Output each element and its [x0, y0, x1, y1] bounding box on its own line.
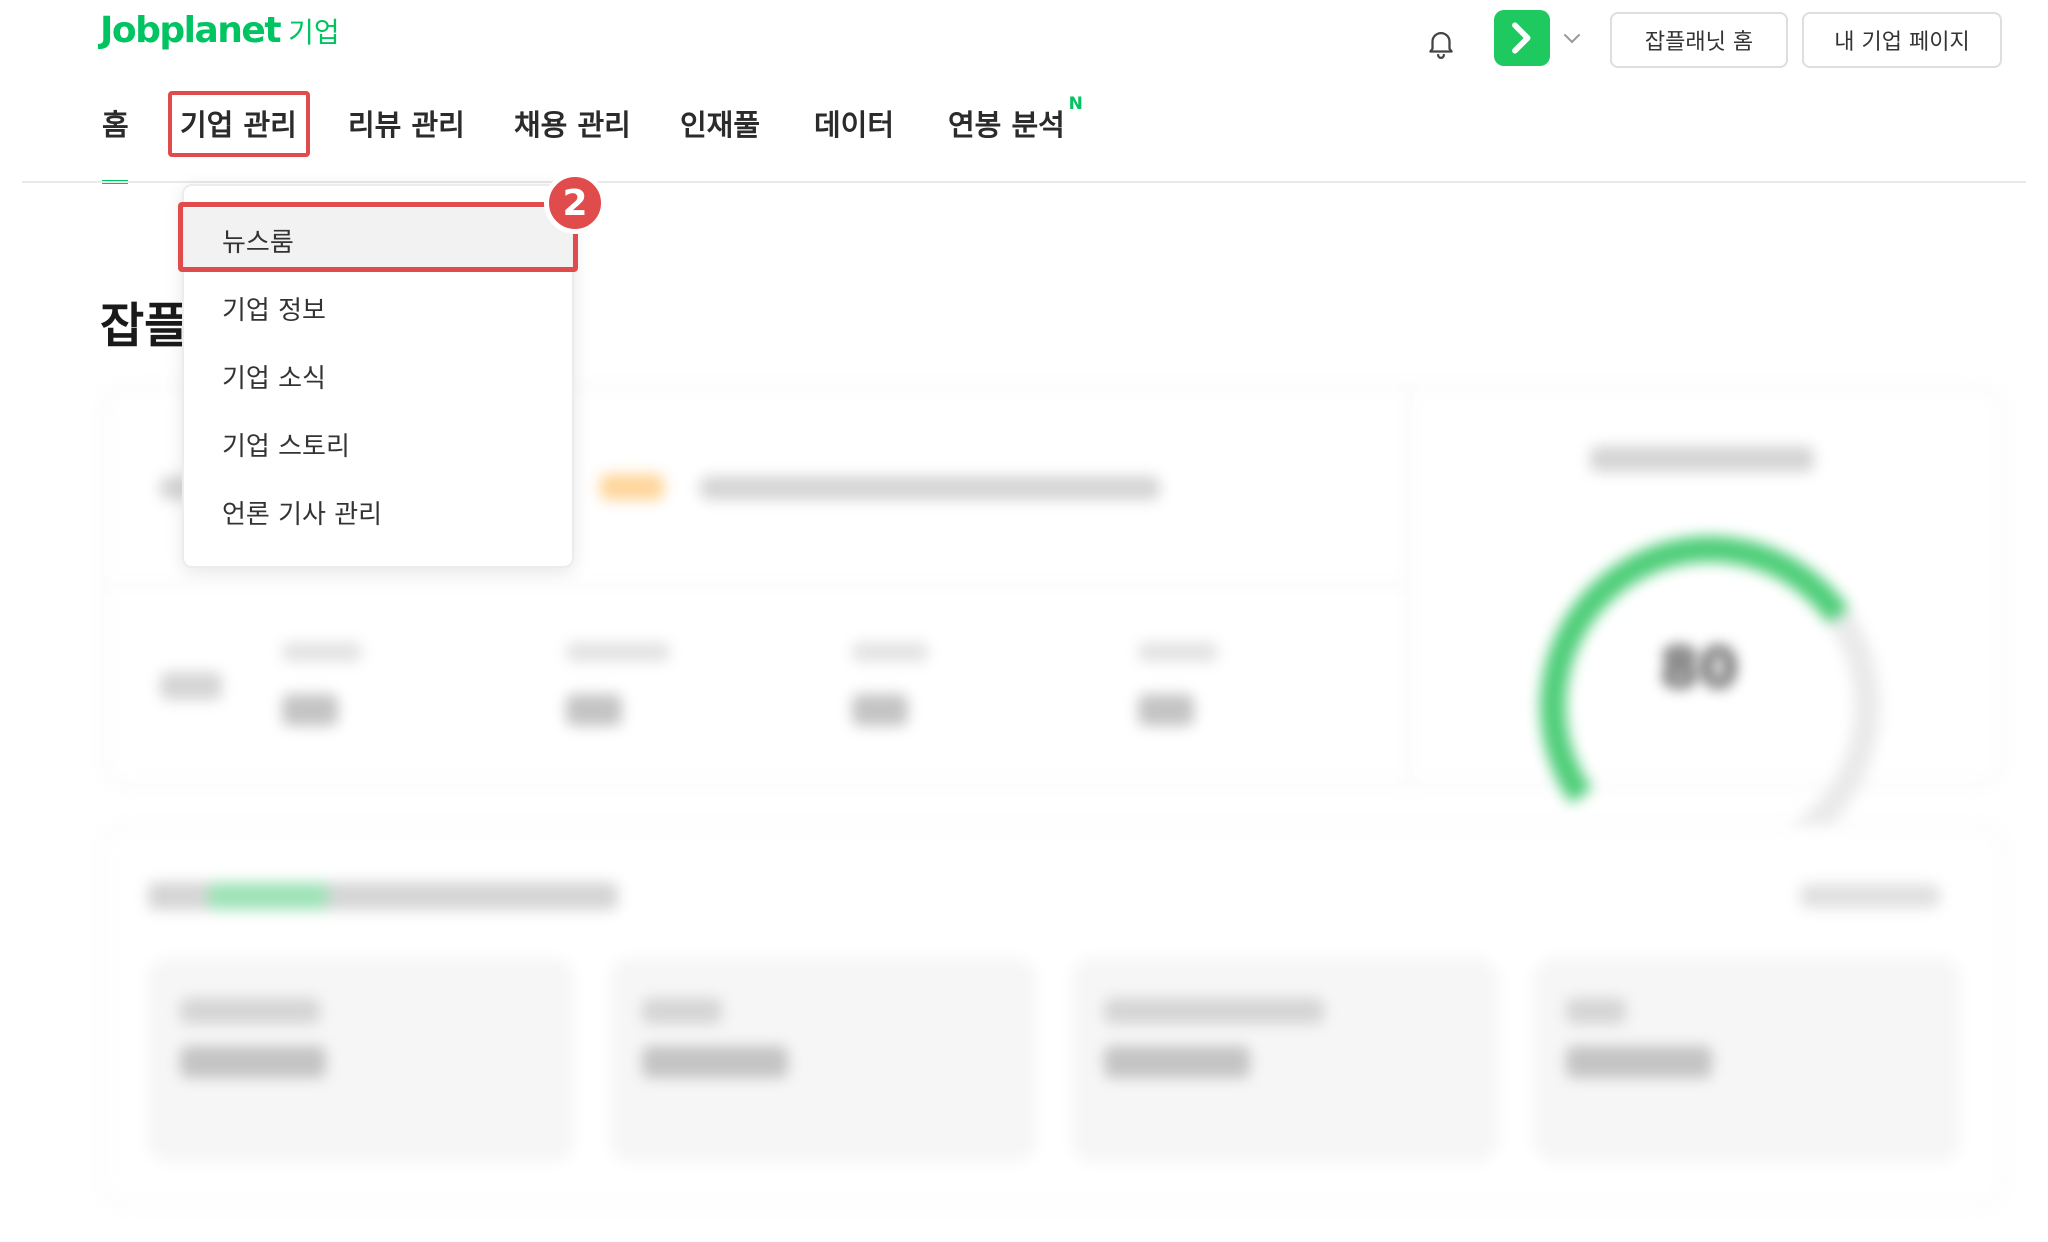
dropdown-item-company-info[interactable]: 기업 정보: [184, 276, 572, 340]
jobplanet-logo[interactable]: Jobplanet 기업: [100, 10, 340, 51]
nav-divider: [22, 181, 2026, 183]
logo-wordmark: Jobplanet: [100, 10, 282, 51]
nav-item-data[interactable]: 데이터: [814, 102, 894, 144]
placeholder-highlight: [208, 882, 328, 910]
card-divider: [1408, 388, 1410, 784]
gauge-value: 80: [1660, 636, 1738, 701]
nav-item-company-management[interactable]: 기업 관리: [180, 102, 297, 144]
placeholder-value: [180, 1046, 326, 1078]
chevron-right-logo-icon: [1512, 22, 1531, 54]
notification-bell-icon[interactable]: [1424, 26, 1458, 60]
dropdown-item-newsroom[interactable]: 뉴스룸: [184, 208, 572, 272]
placeholder-text: [282, 642, 362, 662]
placeholder-text: [180, 998, 320, 1024]
page-title: 잡플: [100, 298, 189, 354]
nav-item-label: 연봉 분석: [948, 108, 1065, 142]
placeholder-text: [852, 642, 928, 662]
placeholder-value: [852, 694, 908, 726]
company-management-dropdown: 뉴스룸 기업 정보 기업 소식 기업 스토리 언론 기사 관리: [182, 184, 574, 568]
placeholder-text: [1104, 998, 1324, 1024]
my-company-page-button[interactable]: 내 기업 페이지: [1802, 12, 2002, 68]
nav-item-review-management[interactable]: 리뷰 관리: [348, 102, 465, 144]
company-avatar[interactable]: [1494, 10, 1550, 66]
placeholder-value: [1138, 694, 1194, 726]
app-root: 80 Jobplanet 기업 잡플래닛 홈 내 기업 페이지 홈 기업 관리 …: [0, 0, 2048, 1242]
placeholder-value: [642, 1046, 788, 1078]
placeholder-text: [700, 476, 1160, 500]
placeholder-value: [566, 694, 622, 726]
logo-subtitle: 기업: [288, 16, 340, 49]
main-nav: 홈 기업 관리 리뷰 관리 채용 관리 인재풀 데이터 연봉 분석 N: [0, 92, 2048, 184]
nav-item-talent-pool[interactable]: 인재풀: [680, 102, 760, 144]
step-number-badge: 2: [544, 172, 606, 234]
placeholder-value: [282, 694, 338, 726]
card-divider: [104, 584, 1408, 586]
placeholder-link: [1800, 884, 1940, 908]
placeholder-text: [1138, 642, 1218, 662]
nav-item-salary-analysis[interactable]: 연봉 분석 N: [948, 94, 1083, 144]
nav-item-hiring-management[interactable]: 채용 관리: [514, 102, 631, 144]
placeholder-value: [1566, 1046, 1712, 1078]
chevron-down-icon[interactable]: [1560, 26, 1584, 50]
placeholder-badge: [600, 474, 664, 500]
placeholder-text: [642, 998, 722, 1024]
dropdown-item-company-news[interactable]: 기업 소식: [184, 344, 572, 408]
placeholder-value: [1104, 1046, 1250, 1078]
dropdown-item-company-story[interactable]: 기업 스토리: [184, 412, 572, 476]
placeholder-text: [160, 672, 222, 700]
placeholder-text: [1590, 446, 1814, 472]
placeholder-text: [566, 642, 670, 662]
dropdown-item-press-articles[interactable]: 언론 기사 관리: [184, 480, 572, 544]
new-badge: N: [1068, 94, 1083, 114]
placeholder-text: [1566, 998, 1626, 1024]
nav-item-home[interactable]: 홈: [102, 102, 129, 144]
jobplanet-home-button[interactable]: 잡플래닛 홈: [1610, 12, 1788, 68]
